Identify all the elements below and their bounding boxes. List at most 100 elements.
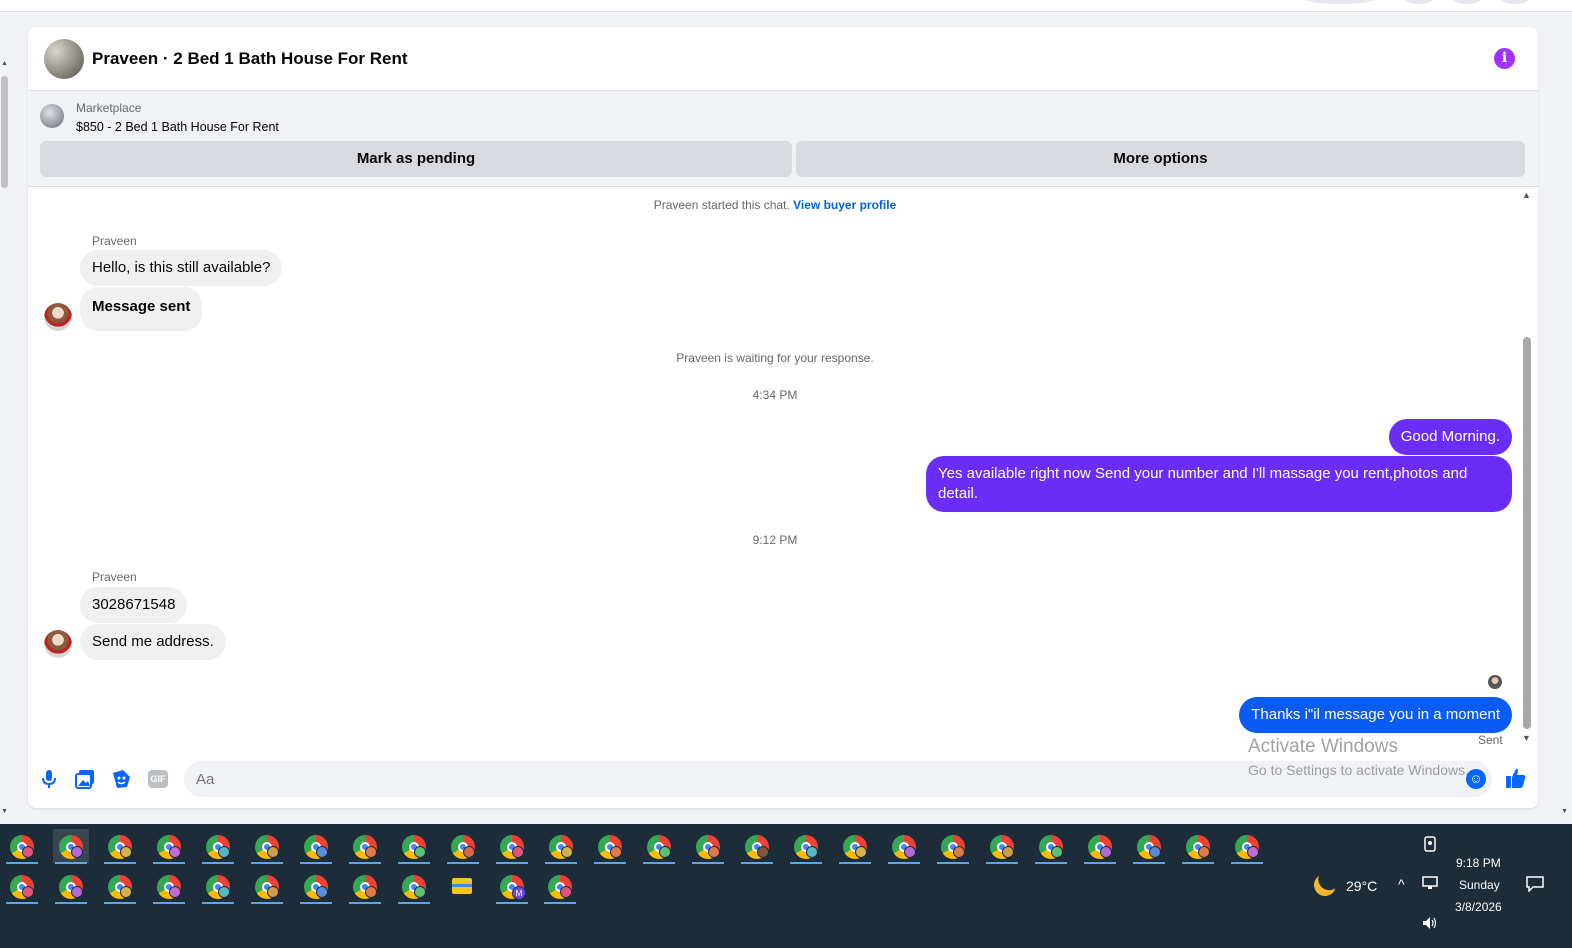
chrome-profile-icon[interactable] — [494, 829, 530, 864]
chrome-profile-icon[interactable] — [837, 829, 873, 864]
listing-label: Marketplace — [76, 101, 142, 115]
chrome-profile-icon[interactable] — [347, 869, 383, 904]
chrome-profile-icon[interactable] — [298, 869, 334, 904]
scroll-thumb[interactable] — [1523, 337, 1531, 729]
incoming-message[interactable]: Message sent — [80, 287, 203, 331]
scroll-up-arrow-icon[interactable]: ▲ — [1, 60, 8, 67]
chrome-profile-icon[interactable] — [396, 829, 432, 864]
listing-thumbnail[interactable] — [40, 104, 64, 128]
mark-as-pending-button[interactable]: Mark as pending — [40, 141, 792, 177]
sender-avatar[interactable] — [44, 303, 72, 331]
chrome-profile-icon[interactable] — [4, 829, 40, 864]
chrome-profile-icon[interactable] — [739, 829, 775, 864]
chrome-profile-icon[interactable] — [1082, 829, 1118, 864]
chrome-profile-icon[interactable] — [788, 829, 824, 864]
clock-date[interactable]: 3/8/2026 — [1455, 900, 1502, 914]
marketplace-listing-banner: Marketplace $850 - 2 Bed 1 Bath House Fo… — [28, 91, 1538, 187]
moon-icon[interactable] — [1311, 871, 1339, 899]
chrome-profile-icon[interactable] — [249, 869, 285, 904]
scroll-up-arrow-icon[interactable]: ▲ — [1522, 190, 1531, 200]
chrome-profile-icon[interactable] — [4, 869, 40, 904]
chrome-profile-icon[interactable] — [102, 829, 138, 864]
chrome-profile-icon[interactable] — [543, 829, 579, 864]
chrome-profile-icon[interactable] — [592, 829, 628, 864]
chrome-profile-icon[interactable] — [1131, 829, 1167, 864]
chrome-profile-icon[interactable] — [1033, 829, 1069, 864]
clock-day[interactable]: Sunday — [1459, 878, 1500, 892]
chrome-profile-icon[interactable] — [641, 829, 677, 864]
listing-avatar[interactable] — [44, 39, 84, 79]
chrome-profile-icon[interactable] — [53, 869, 89, 904]
chat-started-text: Praveen started this chat. — [653, 198, 790, 212]
outgoing-message[interactable]: Good Morning. — [1388, 419, 1512, 455]
chrome-profile-icon[interactable] — [886, 829, 922, 864]
outgoing-message[interactable]: Yes available right now Send your number… — [926, 456, 1512, 512]
notification-icon[interactable] — [1526, 876, 1544, 895]
chevron-up-icon[interactable]: ^ — [1398, 876, 1405, 892]
sticker-icon[interactable] — [110, 769, 132, 791]
scroll-down-arrow-icon[interactable]: ▼ — [1522, 733, 1531, 743]
message-input[interactable] — [184, 761, 1492, 797]
incoming-message[interactable]: Send me address. — [80, 624, 226, 660]
sender-name: Praveen — [92, 570, 137, 584]
incoming-message[interactable]: Hello, is this still available? — [80, 250, 283, 286]
chrome-profile-icon[interactable] — [445, 829, 481, 864]
browser-top-bar — [0, 0, 1572, 12]
scroll-down-arrow-icon[interactable]: ▼ — [1561, 808, 1568, 815]
chrome-profile-icon[interactable] — [151, 869, 187, 904]
scroll-thumb[interactable] — [1, 76, 8, 188]
speaker-icon[interactable] — [1422, 916, 1438, 933]
chrome-profile-icon[interactable] — [984, 829, 1020, 864]
emoji-icon[interactable]: ☺ — [1466, 769, 1486, 789]
page-scrollbar-right[interactable]: ▼ — [1559, 60, 1571, 820]
meet-now-icon[interactable] — [1424, 836, 1436, 855]
chrome-profile-icon[interactable] — [298, 829, 334, 864]
chrome-profile-icon[interactable] — [396, 869, 432, 904]
sender-name: Praveen — [92, 234, 137, 248]
weather-temperature[interactable]: 29°C — [1346, 878, 1377, 894]
outgoing-message[interactable]: Thanks i"il message you in a moment — [1239, 697, 1512, 733]
chrome-profile-icon[interactable] — [53, 829, 89, 864]
top-bar-item — [1300, 0, 1380, 4]
more-options-button[interactable]: More options — [796, 141, 1525, 177]
info-icon[interactable]: i — [1494, 48, 1515, 69]
photo-icon[interactable] — [74, 769, 96, 791]
chrome-profile-icon[interactable] — [542, 869, 578, 904]
chrome-profile-icon[interactable]: M — [494, 869, 530, 904]
network-icon[interactable] — [1422, 876, 1438, 893]
gif-button[interactable]: GIF — [148, 770, 168, 788]
chrome-profile-icon[interactable] — [347, 829, 383, 864]
seen-avatar — [1488, 675, 1502, 689]
timestamp: 9:12 PM — [752, 533, 798, 547]
message-composer: GIF ☺ — [28, 755, 1538, 808]
incoming-message[interactable]: 3028671548 — [80, 587, 188, 623]
microphone-icon[interactable] — [38, 769, 60, 791]
thread-scrollbar[interactable]: ▲ ▼ — [1522, 187, 1532, 755]
scroll-down-arrow-icon[interactable]: ▼ — [1, 808, 8, 815]
chrome-profile-icon[interactable] — [200, 829, 236, 864]
top-bar-icon — [1452, 0, 1482, 4]
conversation-header: Praveen · 2 Bed 1 Bath House For Rent i — [28, 27, 1538, 91]
chrome-profile-icon[interactable] — [151, 829, 187, 864]
chrome-profile-icon[interactable] — [1229, 829, 1265, 864]
listing-description[interactable]: $850 - 2 Bed 1 Bath House For Rent — [76, 120, 279, 134]
waiting-notice: Praveen is waiting for your response. — [676, 351, 874, 365]
chrome-profile-icon[interactable] — [249, 829, 285, 864]
chrome-profile-icon[interactable] — [690, 829, 726, 864]
chat-started-notice: Praveen started this chat. View buyer pr… — [28, 198, 1522, 212]
file-explorer-icon[interactable] — [452, 878, 472, 894]
chrome-profile-icon[interactable] — [1180, 829, 1216, 864]
conversation-panel: Praveen · 2 Bed 1 Bath House For Rent i … — [28, 27, 1538, 808]
view-buyer-profile-link[interactable]: View buyer profile — [793, 198, 896, 212]
sender-avatar[interactable] — [44, 630, 72, 658]
page-scrollbar-left[interactable]: ▲ ▼ — [0, 60, 10, 820]
conversation-title[interactable]: Praveen · 2 Bed 1 Bath House For Rent — [92, 49, 408, 69]
chrome-profile-icon[interactable] — [935, 829, 971, 864]
chrome-profile-icon[interactable] — [102, 869, 138, 904]
windows-taskbar: M 29°C ^ 9:18 PM Sunday 3/8/2026 — [0, 824, 1572, 948]
profile-letter: M — [512, 886, 526, 900]
thumbs-up-icon[interactable] — [1504, 767, 1528, 791]
message-status: Sent — [1478, 733, 1503, 747]
chrome-profile-icon[interactable] — [200, 869, 236, 904]
clock-time[interactable]: 9:18 PM — [1456, 856, 1501, 870]
